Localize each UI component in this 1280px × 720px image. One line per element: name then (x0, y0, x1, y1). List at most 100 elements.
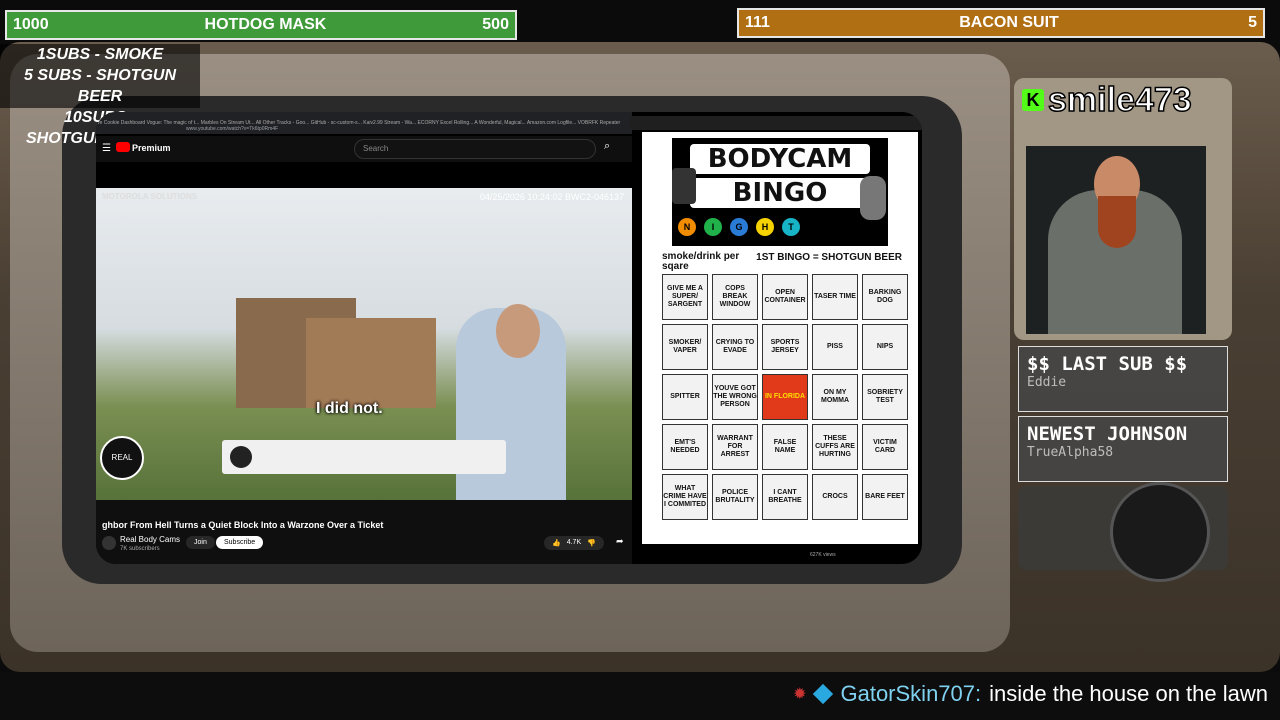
video-title: ghbor From Hell Turns a Quiet Block Into… (102, 520, 384, 530)
thumbs-down-icon: 👎 (587, 540, 596, 547)
bingo-grid: GIVE ME A SUPER/ SARGENT COPS BREAK WIND… (662, 274, 908, 520)
kick-logo-icon: K (1022, 89, 1044, 111)
newest-follower-panel: NEWEST JOHNSON TrueAlpha58 (1018, 416, 1228, 482)
bingo-cell: YOUVE GOT THE WRONG PERSON (712, 374, 758, 420)
channel-name[interactable]: Real Body Cams (120, 535, 180, 544)
rule-right: 1ST BINGO = SHOTGUN BEER (756, 252, 902, 263)
bingo-cell: COPS BREAK WINDOW (712, 274, 758, 320)
last-sub-heading: $$ LAST SUB $$ (1027, 353, 1188, 375)
goal-end: 500 (482, 16, 509, 33)
youtube-header: ☰ Premium Search ⌕ (96, 136, 632, 162)
bingo-title-line1: BODYCAM (690, 144, 870, 174)
bingo-cell: NIPS (862, 324, 908, 370)
video-timestamp: 04/25/2026 10:24:02 BWC2-046137 (479, 192, 624, 202)
bingo-cell: SPORTS JERSEY (762, 324, 808, 370)
browser-bookmarks[interactable]: ive Cookie Dashboard Vogue: The magic of… (96, 120, 626, 132)
bingo-cell-free: IN FLORIDA (762, 374, 808, 420)
man-head (496, 304, 540, 358)
channel-avatar (230, 446, 252, 468)
bingo-cell: PISS (812, 324, 858, 370)
rule-left: smoke/drink per sqare (662, 251, 740, 272)
bingo-cell: POLICE BRUTALITY (712, 474, 758, 520)
goal-bar-bacon-suit: 111 BACON SUIT 5 (737, 8, 1265, 38)
youtube-premium-label[interactable]: Premium (132, 143, 171, 153)
browser-tab-bar: ive Cookie Dashboard Vogue: The magic of… (96, 112, 632, 134)
channel-avatar[interactable] (102, 536, 116, 550)
chat-text: inside the house on the lawn (989, 681, 1268, 706)
bingo-cell: BARE FEET (862, 474, 908, 520)
goal-end: 5 (1248, 14, 1257, 31)
sub-reward: 1SUBS - SMOKE (36, 46, 164, 63)
bingo-card: BODYCAM BINGO N I G H T smoke/drink per … (642, 132, 918, 544)
cube-badge-icon (813, 683, 834, 705)
bingo-cell: SMOKER/ VAPER (662, 324, 708, 370)
bingo-cell: OPEN CONTAINER (762, 274, 808, 320)
menu-icon[interactable]: ☰ (102, 143, 111, 154)
search-icon[interactable]: ⌕ (604, 140, 610, 153)
sub-rewards-list: 1SUBS - SMOKE 5 SUBS - SHOTGUN BEER 10SU… (0, 44, 200, 147)
bingo-cell: VICTIM CARD (862, 424, 908, 470)
youtube-logo-icon[interactable] (116, 142, 130, 152)
video-player[interactable]: MOTOROLA SOLUTIONS 04/25/2026 10:24:02 B… (96, 188, 632, 500)
newest-heading: NEWEST JOHNSON (1027, 423, 1188, 445)
bodycam-icon (672, 168, 696, 204)
search-placeholder: Search (363, 144, 389, 153)
channel-watermark-logo: REAL (100, 436, 144, 480)
bingo-cell: CROCS (812, 474, 858, 520)
badge-icon: ✹ (793, 686, 807, 703)
bingo-title: BODYCAM BINGO (672, 144, 888, 208)
last-sub-panel: $$ LAST SUB $$ Eddie (1018, 346, 1228, 412)
goal-bar-hotdog-mask: 1000 HOTDOG MASK 500 (5, 10, 517, 40)
join-button[interactable]: Join (186, 536, 215, 549)
bingo-cell: FALSE NAME (762, 424, 808, 470)
like-count: 4.7K (566, 539, 582, 546)
bingo-title-line2: BINGO (690, 178, 870, 208)
bingo-cell: TASER TIME (812, 274, 858, 320)
address-bar[interactable]: www.youtube.com/watch?v=Tk6tp0Rm4F (186, 126, 278, 132)
overlay-card[interactable] (222, 440, 506, 474)
bingo-ball: G (730, 218, 748, 236)
bingo-cell: BARKING DOG (862, 274, 908, 320)
streamer-name: smile473 (1047, 80, 1192, 120)
bingo-cell: SPITTER (662, 374, 708, 420)
subscribe-button[interactable]: Subscribe (216, 536, 264, 549)
goal-start: 1000 (13, 16, 49, 33)
bingo-cell: SOBRIETY TEST (862, 374, 908, 420)
goal-start: 111 (745, 14, 770, 31)
last-sub-name: Eddie (1027, 375, 1067, 390)
cop-figure-icon (860, 176, 886, 220)
chat-username: GatorSkin707: (840, 681, 982, 706)
newest-name: TrueAlpha58 (1027, 445, 1114, 460)
streamer-name-tag: K smile473 (1022, 80, 1192, 120)
share-icon[interactable]: ➦ (616, 536, 624, 547)
thumbs-up-icon: 👍 (552, 540, 561, 547)
image-viewer-toolbar[interactable] (630, 116, 922, 130)
chat-message: ✹ GatorSkin707: inside the house on the … (793, 681, 1268, 707)
like-dislike-button[interactable]: 👍 4.7K 👎 (544, 536, 604, 550)
bingo-cell: EMT'S NEEDED (662, 424, 708, 470)
bingo-cell: I CANT BREATHE (762, 474, 808, 520)
streamer-beard (1098, 196, 1136, 248)
captured-screen: ive Cookie Dashboard Vogue: The magic of… (96, 112, 922, 564)
bingo-cell: CRYING TO EVADE (712, 324, 758, 370)
bingo-ball: N (678, 218, 696, 236)
bingo-cell: ON MY MOMMA (812, 374, 858, 420)
video-info (96, 500, 632, 564)
bingo-ball: H (756, 218, 774, 236)
video-watermark: MOTOROLA SOLUTIONS (102, 192, 198, 201)
house-image (306, 318, 436, 408)
tv-dial-knob (1110, 482, 1210, 582)
subscriber-count: 7K subscribers (120, 546, 160, 552)
bingo-cell: GIVE ME A SUPER/ SARGENT (662, 274, 708, 320)
bingo-balls: N I G H T (678, 218, 800, 236)
search-input[interactable]: Search (354, 139, 596, 159)
video-caption: I did not. (316, 400, 383, 417)
bingo-cell: WHAT CRIME HAVE I COMMITED (662, 474, 708, 520)
bingo-cell: WARRANT FOR ARREST (712, 424, 758, 470)
view-count: 627K views (810, 552, 836, 558)
goal-label: HOTDOG MASK (204, 16, 327, 33)
goal-label: BACON SUIT (959, 14, 1059, 31)
bingo-cell: THESE CUFFS ARE HURTING (812, 424, 858, 470)
bingo-ball: I (704, 218, 722, 236)
bingo-rules: smoke/drink per sqare 1ST BINGO = SHOTGU… (662, 252, 918, 272)
